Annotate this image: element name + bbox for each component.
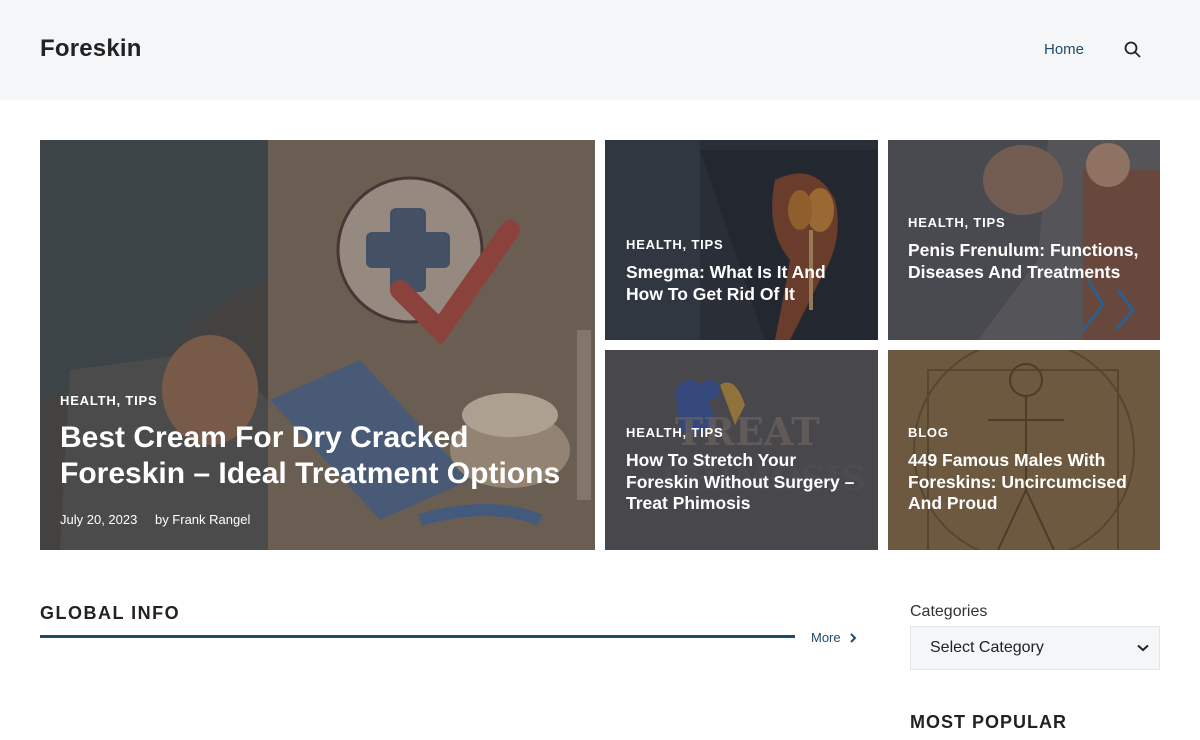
categories-select[interactable]: Select Category xyxy=(910,626,1160,670)
featured-post-4[interactable]: BLOG 449 Famous Males With Foreskins: Un… xyxy=(888,350,1160,550)
post-category[interactable]: HEALTH, TIPS xyxy=(626,237,862,252)
search-button[interactable] xyxy=(1123,40,1143,60)
post-content: HEALTH, TIPS Penis Frenulum: Functions, … xyxy=(908,215,1144,283)
post-category[interactable]: HEALTH, TIPS xyxy=(908,215,1144,230)
featured-post-1[interactable]: HEALTH, TIPS Smegma: What Is It And How … xyxy=(605,140,878,340)
categories-label: Categories xyxy=(910,603,988,620)
search-icon xyxy=(1124,41,1141,58)
post-content: BLOG 449 Famous Males With Foreskins: Un… xyxy=(908,425,1144,515)
featured-post-3[interactable]: TREAT PHIMOSIS HEALTH, TIPS How To Stret… xyxy=(605,350,878,550)
more-label: More xyxy=(811,630,841,645)
post-title[interactable]: How To Stretch Your Foreskin Without Sur… xyxy=(626,450,862,515)
post-content: HEALTH, TIPS How To Stretch Your Foreski… xyxy=(626,425,862,515)
post-category[interactable]: BLOG xyxy=(908,425,1144,440)
post-category[interactable]: HEALTH, TIPS xyxy=(60,393,571,408)
section-title-global-info: GLOBAL INFO xyxy=(40,603,181,623)
post-content: HEALTH, TIPS Smegma: What Is It And How … xyxy=(626,237,862,305)
more-link[interactable]: More xyxy=(811,630,857,645)
post-content: HEALTH, TIPS Best Cream For Dry Cracked … xyxy=(60,393,571,527)
chevron-right-icon xyxy=(849,632,857,643)
featured-post-2[interactable]: HEALTH, TIPS Penis Frenulum: Functions, … xyxy=(888,140,1160,340)
post-date: July 20, 2023 xyxy=(60,512,138,527)
post-title[interactable]: 449 Famous Males With Foreskins: Uncircu… xyxy=(908,450,1144,515)
post-category[interactable]: HEALTH, TIPS xyxy=(626,425,862,440)
post-author[interactable]: by Frank Rangel xyxy=(155,512,250,527)
post-title[interactable]: Best Cream For Dry Cracked Foreskin – Id… xyxy=(60,420,571,492)
site-header: Foreskin Home xyxy=(0,0,1200,100)
post-title[interactable]: Smegma: What Is It And How To Get Rid Of… xyxy=(626,262,862,305)
post-meta: July 20, 2023 by Frank Rangel xyxy=(60,512,571,527)
site-title[interactable]: Foreskin xyxy=(40,35,142,63)
nav-home-link[interactable]: Home xyxy=(1044,41,1084,58)
categories-select-value: Select Category xyxy=(930,639,1044,656)
section-divider xyxy=(40,635,795,638)
post-title[interactable]: Penis Frenulum: Functions, Diseases And … xyxy=(908,240,1144,283)
chevron-down-icon xyxy=(1137,644,1149,652)
section-title-most-popular: MOST POPULAR xyxy=(910,712,1068,732)
featured-post-main[interactable]: HEALTH, TIPS Best Cream For Dry Cracked … xyxy=(40,140,595,550)
